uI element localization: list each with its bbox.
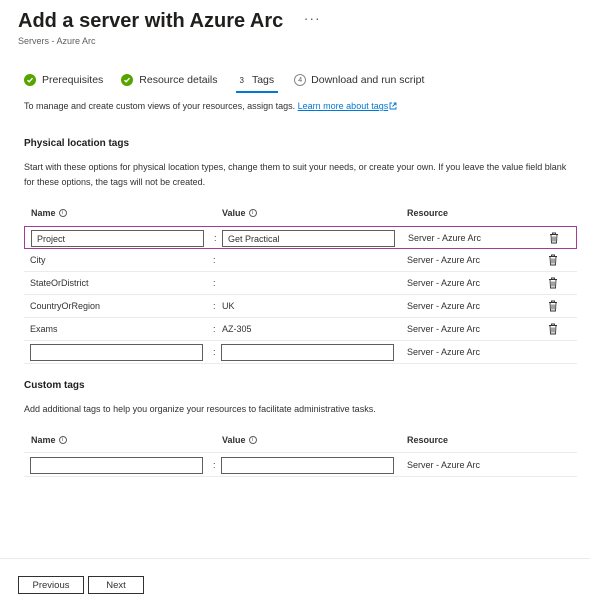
external-link-icon [389,102,397,110]
tag-value[interactable]: AZ-305 [222,324,252,334]
resource-column-header: Resource [407,208,449,218]
tab-prerequisites[interactable]: Prerequisites [24,69,103,91]
custom-tag-name-input[interactable] [30,457,203,474]
footer-divider [0,558,590,559]
resource-column-header: Resource [407,435,449,445]
resource-label: Server - Azure Arc [407,278,481,288]
tag-name[interactable]: CountryOrRegion [30,301,100,311]
value-column-header: Value i [222,208,257,218]
name-column-header: Name i [31,208,67,218]
tag-name[interactable]: City [30,255,46,265]
table-row: CountryOrRegion : UK Server - Azure Arc [24,295,577,318]
more-options-icon[interactable]: ··· [304,10,321,26]
table-row[interactable]: : Server - Azure Arc [24,226,577,249]
name-column-header: Name i [31,435,67,445]
tab-label: Resource details [139,74,218,86]
info-icon[interactable]: i [248,209,257,217]
tag-name-input[interactable] [31,230,204,247]
trash-icon[interactable] [548,323,558,335]
table-row: : Server - Azure Arc [24,452,577,477]
trash-icon[interactable] [549,232,559,244]
learn-more-link[interactable]: Learn more about tags [298,101,389,111]
trash-icon[interactable] [548,254,558,266]
table-row: StateOrDistrict : Server - Azure Arc [24,272,577,295]
step-number: 4 [294,74,307,86]
tag-name[interactable]: Exams [30,324,58,334]
tab-resource-details[interactable]: Resource details [121,69,218,91]
tab-label: Download and run script [311,74,425,86]
tab-download-and-run-script[interactable]: 4 Download and run script [294,69,424,91]
physical-location-description: Start with these options for physical lo… [24,162,567,187]
info-icon[interactable]: i [58,209,67,217]
tab-label: Tags [251,74,275,86]
table-row: City : Server - Azure Arc [24,249,577,272]
table-row: : Server - Azure Arc [24,341,577,364]
tab-tags[interactable]: 3 Tags [235,69,278,93]
resource-label: Server - Azure Arc [407,301,481,311]
intro-text: To manage and create custom views of you… [24,101,397,111]
info-icon[interactable]: i [58,436,67,444]
tag-name[interactable]: StateOrDistrict [30,278,89,288]
table-row: Exams : AZ-305 Server - Azure Arc [24,318,577,341]
physical-location-tags-title: Physical location tags [24,138,130,149]
value-column-header: Value i [222,435,257,445]
page-header: Add a server with Azure Arc ··· Servers … [18,10,321,46]
page-title: Add a server with Azure Arc [18,10,284,32]
new-tag-value-input[interactable] [221,344,394,361]
info-icon[interactable]: i [248,436,257,444]
resource-label: Server - Azure Arc [407,460,481,470]
custom-tag-value-input[interactable] [221,457,394,474]
resource-label: Server - Azure Arc [407,255,481,265]
step-number: 3 [239,75,244,85]
next-button[interactable]: Next [88,576,144,594]
previous-button[interactable]: Previous [18,576,84,594]
wizard-tabs: Prerequisites Resource details 3 Tags 4 … [24,69,424,93]
check-circle-icon [121,74,134,86]
trash-icon[interactable] [548,300,558,312]
custom-tags-title: Custom tags [24,380,85,391]
check-circle-icon [24,74,36,86]
tab-label: Prerequisites [42,74,104,86]
tag-value-input[interactable] [222,230,395,247]
custom-tags-description: Add additional tags to help you organize… [24,404,376,414]
resource-label: Server - Azure Arc [408,233,482,243]
trash-icon[interactable] [548,277,558,289]
new-tag-name-input[interactable] [30,344,203,361]
resource-label: Server - Azure Arc [407,324,481,334]
tag-value[interactable]: UK [222,301,235,311]
breadcrumb: Servers - Azure Arc [18,36,96,46]
resource-label: Server - Azure Arc [407,347,481,357]
